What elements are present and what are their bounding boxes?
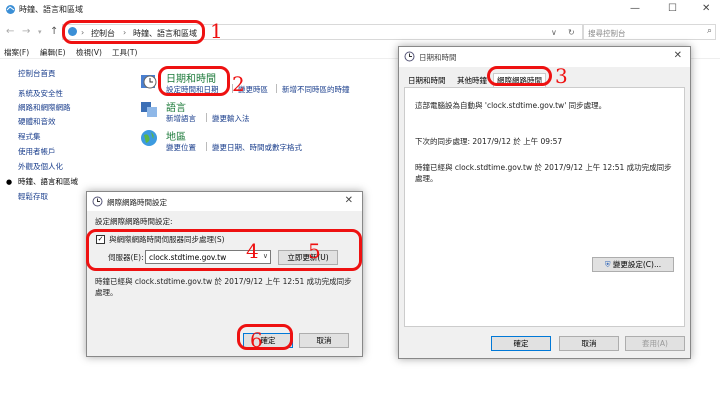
search-input[interactable]: 搜尋控制台 ⌕	[582, 24, 716, 40]
minimize-button[interactable]: —	[630, 3, 640, 14]
sidebar-item-ease-of-access[interactable]: 輕鬆存取	[18, 191, 48, 202]
search-placeholder: 搜尋控制台	[588, 29, 626, 38]
category-language-title[interactable]: 語言	[166, 99, 186, 114]
menu-view[interactable]: 檢視(V)	[76, 47, 102, 58]
cancel-button[interactable]: 取消	[559, 336, 619, 351]
datetime-dialog: 日期和時間 ✕ 日期和時間 其他時鐘 網際網路時間 這部電腦設為自動與 'clo…	[398, 46, 691, 359]
sidebar-item-user-accounts[interactable]: 使用者帳戶	[18, 146, 56, 157]
window-title: 時鐘、語言和區域	[19, 5, 83, 14]
annotation-number-5: 5	[308, 239, 321, 263]
link-separator	[206, 142, 207, 151]
shield-icon: ⛨	[604, 260, 611, 269]
close-button[interactable]: ✕	[702, 3, 710, 14]
change-format-link[interactable]: 變更日期、時間或數字格式	[212, 142, 302, 153]
search-icon: ⌕	[706, 26, 712, 36]
menu-file[interactable]: 檔案(F)	[4, 47, 29, 58]
maximize-button[interactable]: ☐	[668, 3, 677, 14]
internet-time-dialog-title: 網際網路時間設定	[107, 198, 167, 207]
annotation-box-2	[158, 66, 230, 96]
sidebar-item-appearance[interactable]: 外觀及個人化	[18, 161, 63, 172]
sidebar-item-clock-region: 時鐘、語言和區域	[18, 177, 78, 186]
control-panel-icon	[5, 4, 16, 17]
annotation-number-1: 1	[210, 19, 223, 43]
forward-arrow-icon[interactable]: →	[22, 26, 30, 37]
annotation-number-2: 2	[232, 72, 245, 96]
ok-button[interactable]: 確定	[491, 336, 551, 351]
region-globe-icon	[140, 129, 158, 147]
clock-icon	[92, 196, 103, 209]
clock-icon	[404, 51, 415, 64]
clock-icon	[140, 72, 158, 90]
datetime-dialog-title: 日期和時間	[419, 53, 457, 62]
datetime-dialog-titlebar: 日期和時間 ✕	[399, 47, 690, 67]
change-location-link[interactable]: 變更位置	[166, 142, 196, 153]
annotation-number-3: 3	[555, 64, 568, 88]
change-settings-label: 變更設定(C)...	[612, 260, 662, 269]
sync-status-text: 這部電腦設為自動與 'clock.stdtime.gov.tw' 同步處理。	[415, 101, 607, 110]
annotation-number-6: 6	[250, 328, 263, 352]
internet-time-dialog-titlebar: 網際網路時間設定 ✕	[87, 192, 362, 211]
add-clocks-link[interactable]: 新增不同時區的時鐘	[282, 84, 350, 95]
recent-chevron-icon[interactable]: ▾	[38, 28, 42, 36]
window-titlebar: 時鐘、語言和區域 — ☐ ✕	[0, 0, 720, 20]
refresh-icon[interactable]: ↻	[568, 28, 575, 37]
internet-sync-status-cont: 處理。	[95, 288, 118, 297]
annotation-box-3	[487, 66, 552, 86]
change-input-link[interactable]: 變更輸入法	[212, 113, 250, 124]
internet-time-dialog: 網際網路時間設定 ✕ 設定網際網路時間設定: ✓ 與網際網路時間伺服器同步處理(…	[86, 191, 363, 357]
apply-button[interactable]: 套用(A)	[625, 336, 685, 351]
up-arrow-icon[interactable]: ↑	[50, 26, 58, 37]
link-separator	[206, 113, 207, 122]
sidebar-item-hardware-sound[interactable]: 硬體和音效	[18, 116, 56, 127]
tab-datetime[interactable]: 日期和時間	[408, 75, 446, 86]
next-sync-text: 下次的同步處理: 2017/9/12 於 上午 09:57	[415, 137, 563, 146]
category-region-title[interactable]: 地區	[166, 128, 186, 143]
sidebar-item-system-security[interactable]: 系統及安全性	[18, 88, 63, 99]
close-button[interactable]: ✕	[345, 195, 353, 206]
sidebar-item-programs[interactable]: 程式集	[18, 131, 41, 142]
menu-tools[interactable]: 工具(T)	[112, 47, 137, 58]
last-sync-text: 時鐘已經與 clock.stdtime.gov.tw 於 2017/9/12 上…	[415, 163, 672, 172]
sidebar-item-network[interactable]: 網路和網際網路	[18, 102, 71, 113]
menu-edit[interactable]: 編輯(E)	[40, 47, 66, 58]
annotation-box-1	[62, 20, 205, 44]
annotation-number-4: 4	[246, 239, 259, 263]
settings-heading: 設定網際網路時間設定:	[95, 217, 173, 226]
back-arrow-icon[interactable]: ←	[6, 26, 14, 37]
change-settings-button[interactable]: ⛨ 變更設定(C)...	[592, 257, 674, 272]
annotation-box-6	[237, 324, 293, 350]
sidebar-item-home[interactable]: 控制台首頁	[18, 68, 56, 79]
tab-additional-clocks[interactable]: 其他時鐘	[457, 75, 487, 86]
add-language-link[interactable]: 新增語言	[166, 113, 196, 124]
dropdown-chevron-icon[interactable]: ∨	[551, 28, 557, 37]
last-sync-text-cont: 處理。	[415, 174, 438, 183]
language-icon	[140, 100, 158, 118]
internet-sync-status: 時鐘已經與 clock.stdtime.gov.tw 於 2017/9/12 上…	[95, 277, 352, 286]
link-separator	[276, 84, 277, 93]
cancel-button[interactable]: 取消	[299, 333, 349, 348]
internet-time-pane: 這部電腦設為自動與 'clock.stdtime.gov.tw' 同步處理。 下…	[404, 87, 685, 327]
current-bullet-icon: ●	[6, 178, 13, 186]
close-button[interactable]: ✕	[674, 50, 682, 61]
